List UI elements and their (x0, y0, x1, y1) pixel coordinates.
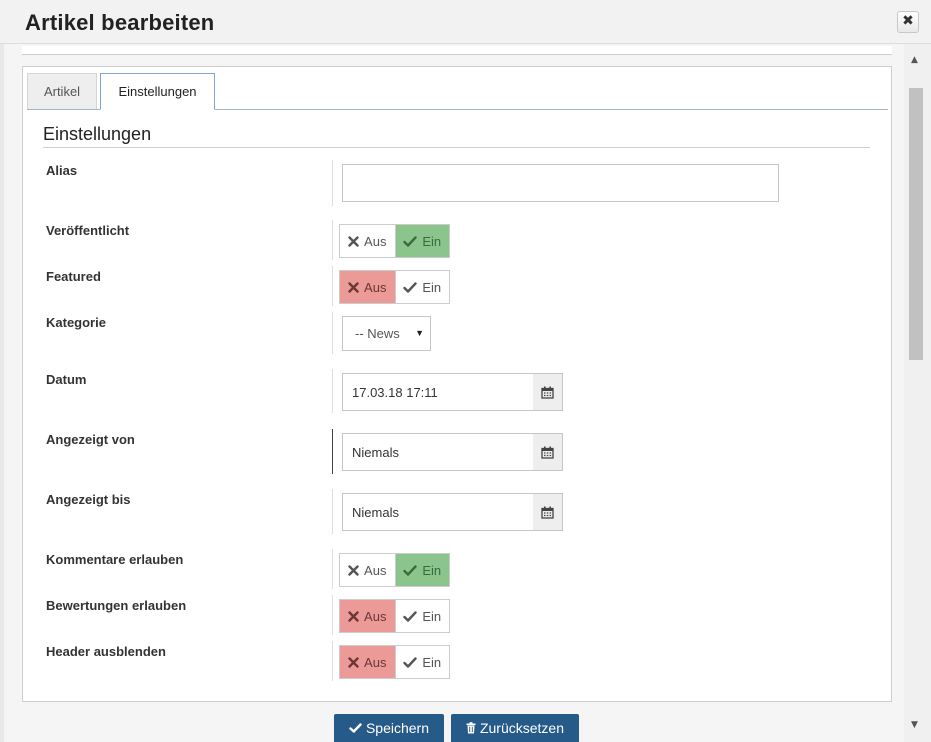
ratings-toggle: Aus Ein (339, 599, 450, 633)
x-icon (348, 656, 359, 668)
comments-off-option[interactable]: Aus (340, 554, 395, 586)
alias-label: Alias (46, 163, 78, 178)
field-separator (332, 369, 333, 413)
field-separator (332, 429, 333, 474)
section-divider (43, 147, 870, 148)
save-button[interactable]: Speichern (334, 714, 444, 742)
field-separator (332, 220, 333, 260)
calendar-icon (541, 446, 554, 459)
featured-off-option[interactable]: Aus (340, 271, 395, 303)
shown-until-label: Angezeigt bis (46, 492, 131, 507)
hide-header-off-option[interactable]: Aus (340, 646, 395, 678)
date-calendar-button[interactable] (533, 373, 563, 411)
published-toggle: Aus Ein (339, 224, 450, 258)
hide-header-on-option[interactable]: Ein (394, 646, 450, 678)
on-label: Ein (422, 233, 442, 249)
field-separator (332, 489, 333, 534)
check-icon (403, 235, 418, 247)
ratings-on-option[interactable]: Ein (394, 600, 450, 632)
date-input[interactable]: 17.03.18 17:11 (342, 373, 534, 411)
off-label: Aus (364, 279, 387, 295)
x-icon (348, 281, 359, 293)
field-separator (332, 641, 333, 681)
check-icon (403, 564, 418, 576)
close-button[interactable]: ✖ (897, 11, 919, 33)
tab-artikel[interactable]: Artikel (27, 73, 97, 110)
featured-label: Featured (46, 269, 101, 284)
scrollbar-thumb[interactable] (909, 88, 923, 360)
field-separator (332, 266, 333, 306)
shown-from-label: Angezeigt von (46, 432, 135, 447)
off-label: Aus (364, 608, 387, 624)
published-label: Veröffentlicht (46, 223, 130, 238)
category-select[interactable]: -- News ▼ (342, 316, 431, 351)
shown-until-calendar-button[interactable] (533, 493, 563, 531)
off-label: Aus (364, 654, 387, 670)
trash-icon (466, 722, 476, 734)
dialog-titlebar: Artikel bearbeiten ✖ (0, 0, 931, 44)
alias-input[interactable] (342, 164, 779, 202)
date-label: Datum (46, 372, 87, 387)
featured-on-option[interactable]: Ein (394, 271, 450, 303)
on-label: Ein (422, 608, 442, 624)
field-separator (332, 549, 333, 589)
calendar-icon (541, 506, 554, 519)
x-icon (348, 610, 359, 622)
caret-down-icon: ▼ (415, 328, 424, 338)
x-icon (348, 235, 359, 247)
category-selected-value: -- News (355, 326, 400, 341)
reset-button[interactable]: Zurücksetzen (451, 714, 579, 742)
scroll-up-icon[interactable]: ▲ (911, 55, 918, 65)
field-separator (332, 160, 333, 206)
check-icon (403, 281, 418, 293)
field-separator (332, 312, 333, 354)
on-label: Ein (422, 654, 442, 670)
check-icon (349, 723, 362, 733)
hide-header-toggle: Aus Ein (339, 645, 450, 679)
published-off-option[interactable]: Aus (340, 225, 395, 257)
tab-einstellungen[interactable]: Einstellungen (100, 73, 215, 110)
field-separator (332, 595, 333, 635)
save-label: Speichern (365, 720, 430, 736)
on-label: Ein (422, 562, 442, 578)
top-strip (22, 46, 892, 55)
comments-on-option[interactable]: Ein (394, 554, 449, 586)
shown-until-input[interactable]: Niemals (342, 493, 534, 531)
featured-toggle: Aus Ein (339, 270, 450, 304)
shown-from-calendar-button[interactable] (533, 433, 563, 471)
off-label: Aus (364, 562, 387, 578)
close-icon: ✖ (902, 13, 914, 29)
check-icon (403, 656, 418, 668)
check-icon (403, 610, 418, 622)
calendar-icon (541, 386, 554, 399)
reset-label: Zurücksetzen (479, 720, 565, 736)
shown-from-input[interactable]: Niemals (342, 433, 534, 471)
off-label: Aus (364, 233, 387, 249)
published-on-option[interactable]: Ein (394, 225, 449, 257)
comments-toggle: Aus Ein (339, 553, 450, 587)
dialog-title: Artikel bearbeiten (25, 10, 215, 35)
on-label: Ein (422, 279, 442, 295)
section-title: Einstellungen (43, 124, 152, 144)
ratings-label: Bewertungen erlauben (46, 598, 187, 613)
hide-header-label: Header ausblenden (46, 644, 166, 659)
x-icon (348, 564, 359, 576)
ratings-off-option[interactable]: Aus (340, 600, 395, 632)
scroll-down-icon[interactable]: ▼ (911, 720, 918, 730)
category-label: Kategorie (46, 315, 106, 330)
comments-label: Kommentare erlauben (46, 552, 184, 567)
